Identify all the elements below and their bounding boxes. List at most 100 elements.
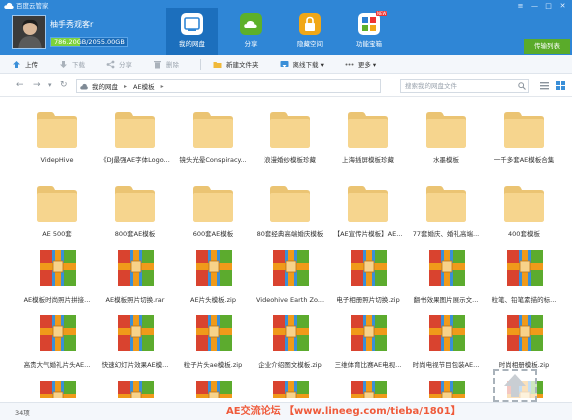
- folder-item[interactable]: 一千多套AE模板合集: [485, 102, 563, 166]
- close-icon[interactable]: ✕: [557, 1, 568, 11]
- folder-item[interactable]: 浪漫婚纱模板珍藏: [251, 102, 329, 166]
- folder-item[interactable]: 80套经典高端婚庆模板: [251, 176, 329, 240]
- folder-item[interactable]: 【AE宣传片模板】AE...: [329, 176, 407, 240]
- archive-file-item[interactable]: 粒笔、铅笔素描的标...: [485, 242, 563, 306]
- archive-icon: [273, 315, 309, 351]
- archive-file-item[interactable]: 快速幻灯片效果AE模...: [96, 307, 174, 371]
- file-grid: VidepHive 《DJ最强AE字体Logo... 镜头光晕Conspiracy.…: [0, 98, 572, 398]
- search-input[interactable]: 搜索我的网盘文件: [400, 79, 529, 93]
- folder-item[interactable]: AE 500套: [18, 176, 96, 240]
- toolbar-button-2[interactable]: 下载: [59, 55, 85, 74]
- folder-icon: [426, 112, 466, 148]
- file-name: 时尚电视节目包装AE...: [412, 361, 480, 369]
- toolbar-button-5[interactable]: 新建文件夹: [213, 55, 259, 74]
- file-name: 77套婚庆、婚礼高端...: [412, 230, 480, 238]
- nav-tab-3[interactable]: 隐藏空间: [284, 8, 336, 55]
- archive-file-item[interactable]: [329, 373, 407, 398]
- folder-item[interactable]: VidepHive: [18, 102, 96, 166]
- nav-tab-label: 功能宝箱: [356, 40, 382, 48]
- breadcrumb-current[interactable]: AE模板: [133, 81, 155, 91]
- archive-file-item[interactable]: AE模板时尚照片拼接...: [18, 242, 96, 306]
- archive-file-item[interactable]: 粒子片头ae模板.zip: [174, 307, 252, 371]
- archive-file-item[interactable]: 时尚电视节目包装AE...: [407, 307, 485, 371]
- nav-tab-2[interactable]: 分享: [225, 8, 277, 55]
- folder-item[interactable]: 77套婚庆、婚礼高端...: [407, 176, 485, 240]
- folder-item[interactable]: 水墨模板: [407, 102, 485, 166]
- archive-file-item[interactable]: 高贵大气婚礼片头AE...: [18, 307, 96, 371]
- archive-file-item[interactable]: [18, 373, 96, 398]
- dropdown-arrow-icon[interactable]: ▾: [48, 80, 52, 91]
- refresh-icon[interactable]: ↻: [60, 80, 68, 91]
- toolbar-button-4[interactable]: 删除: [153, 55, 179, 74]
- grid-view-icon[interactable]: [556, 81, 565, 90]
- file-name: 浪漫婚纱模板珍藏: [264, 156, 316, 164]
- maximize-icon[interactable]: □: [543, 1, 554, 11]
- back-to-top-button[interactable]: [493, 369, 537, 402]
- archive-file-item[interactable]: 企业介绍图文模板.zip: [251, 307, 329, 371]
- archive-icon: [507, 315, 543, 351]
- new-folder-icon: [213, 61, 222, 68]
- folder-item[interactable]: 上海插屏模板珍藏: [329, 102, 407, 166]
- folder-item[interactable]: 400套模板: [485, 176, 563, 240]
- toolbar-button-1[interactable]: 上传: [12, 55, 38, 74]
- archive-file-item[interactable]: 翻书效果图片展示文...: [407, 242, 485, 306]
- breadcrumb-root[interactable]: 我的网盘: [92, 81, 118, 91]
- archive-file-item[interactable]: [174, 373, 252, 398]
- archive-icon: [273, 250, 309, 286]
- toolbar-button-label: 新建文件夹: [226, 61, 259, 69]
- transfer-list-button[interactable]: 传输列表: [524, 39, 570, 54]
- archive-icon: [273, 381, 309, 398]
- archive-file-item[interactable]: 三维体育比赛AE电视...: [329, 307, 407, 371]
- folder-item[interactable]: 600套AE模板: [174, 176, 252, 240]
- folder-icon: [348, 186, 388, 222]
- breadcrumb: 我的网盘 ▸ AE模板 ▸: [76, 79, 381, 93]
- avatar[interactable]: [12, 15, 46, 49]
- back-arrow-icon[interactable]: ←: [16, 80, 24, 91]
- folder-item[interactable]: 《DJ最强AE字体Logo...: [96, 102, 174, 166]
- upload-icon: [13, 60, 20, 68]
- archive-icon: [118, 381, 154, 398]
- toolbar-button-label: 分享: [119, 61, 132, 69]
- toolbar-button-label: 上传: [25, 61, 38, 69]
- archive-file-item[interactable]: [96, 373, 174, 398]
- file-name: 企业介绍图文模板.zip: [258, 361, 322, 369]
- archive-file-item[interactable]: 时尚相册模板.zip: [485, 307, 563, 371]
- search-icon[interactable]: [518, 82, 526, 90]
- archive-file-item[interactable]: [251, 373, 329, 398]
- folder-icon: [193, 186, 233, 222]
- app-title: 百度云管家: [16, 2, 49, 10]
- header-bar: 百度云管家 ≡ — □ ✕ 柚手秀观客r 786.20GB/2055.00GB …: [0, 0, 572, 55]
- archive-file-item[interactable]: AE片头模板.zip: [174, 242, 252, 306]
- file-name: Videohive Earth Zo...: [255, 296, 325, 304]
- archive-file-item[interactable]: 电子相册照片切换.zip: [329, 242, 407, 306]
- menu-icon[interactable]: ≡: [515, 1, 526, 11]
- toolbar-button-label: 更多 ▾: [357, 61, 377, 69]
- file-name: 粒子片头ae模板.zip: [183, 361, 243, 369]
- nav-tab-4[interactable]: NEW 功能宝箱: [343, 8, 395, 55]
- archive-icon: [429, 381, 465, 398]
- folder-item[interactable]: 800套AE模板: [96, 176, 174, 240]
- share-icon: [106, 60, 115, 68]
- file-name: 镜头光晕Conspiracy...: [179, 156, 247, 164]
- archive-file-item[interactable]: [407, 373, 485, 398]
- file-name: AE模板时尚照片拼接...: [23, 296, 91, 304]
- archive-file-item[interactable]: AE模板照片切换.rar: [96, 242, 174, 306]
- toolbar-button-label: 删除: [166, 61, 179, 69]
- archive-icon: [118, 250, 154, 286]
- toolbar-button-6[interactable]: 离线下载 ▾: [280, 55, 324, 74]
- username[interactable]: 柚手秀观客r: [50, 20, 93, 30]
- archive-file-item[interactable]: Videohive Earth Zo...: [251, 242, 329, 306]
- archive-icon: [196, 250, 232, 286]
- file-name: AE片头模板.zip: [190, 296, 236, 304]
- file-name: 粒笔、铅笔素描的标...: [491, 296, 557, 304]
- avatar-image: [13, 16, 45, 48]
- file-name: 一千多套AE模板合集: [493, 156, 555, 164]
- nav-tab-1[interactable]: 我的网盘: [166, 8, 218, 55]
- baidu-cloud-logo-icon: [4, 2, 14, 9]
- folder-item[interactable]: 镜头光晕Conspiracy...: [174, 102, 252, 166]
- toolbar-button-7[interactable]: 更多 ▾: [345, 55, 376, 74]
- toolbar-button-3[interactable]: 分享: [106, 55, 132, 74]
- minimize-icon[interactable]: —: [529, 1, 540, 11]
- forward-arrow-icon[interactable]: →: [33, 80, 41, 91]
- list-view-icon[interactable]: [540, 81, 549, 90]
